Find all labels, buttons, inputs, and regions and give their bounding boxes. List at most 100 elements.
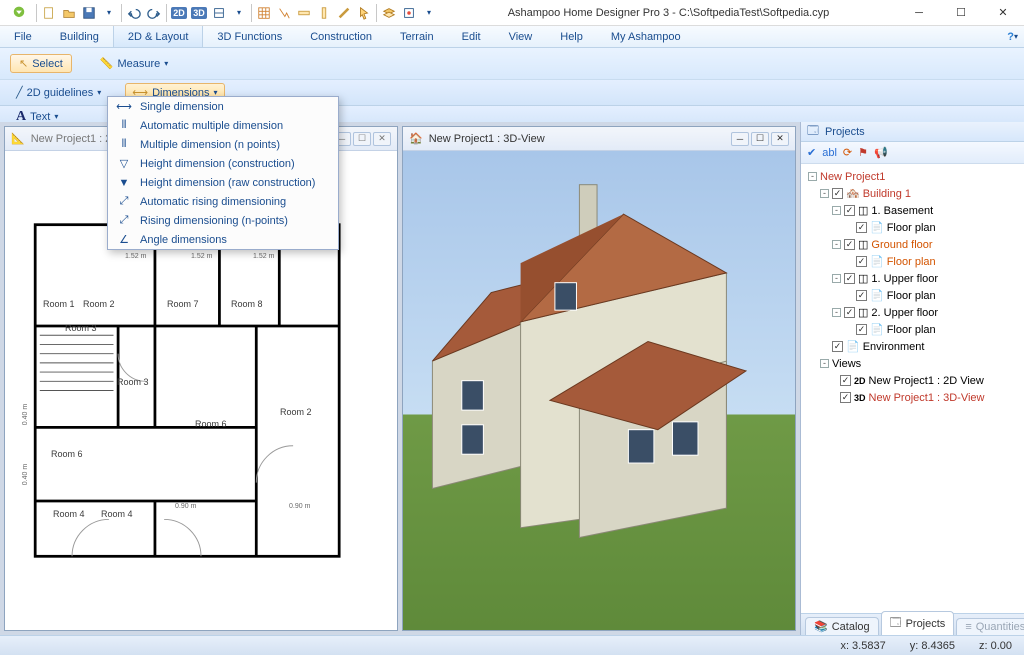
filter-icon[interactable] <box>399 2 419 24</box>
tab-quantities[interactable]: ≡Quantities <box>956 618 1024 635</box>
tree-toggle[interactable]: - <box>832 308 841 317</box>
checkbox[interactable]: ✓ <box>844 273 855 284</box>
tree-view-item[interactable]: New Project1 : 2D View <box>869 375 984 387</box>
cursor-snap-icon[interactable] <box>274 2 294 24</box>
tree-floor[interactable]: Ground floor <box>871 239 932 251</box>
tree-floor[interactable]: 1. Upper floor <box>871 273 938 285</box>
rename-icon[interactable]: abl <box>822 147 837 159</box>
tree-plan[interactable]: Floor plan <box>887 324 936 336</box>
tree-floor[interactable]: 2. Upper floor <box>871 307 938 319</box>
view-3d-canvas[interactable] <box>403 151 795 630</box>
dd-height-construction[interactable]: ▽Height dimension (construction) <box>108 154 338 173</box>
tree-toggle[interactable]: - <box>832 274 841 283</box>
tree-toggle[interactable]: - <box>820 189 829 198</box>
tree-floor[interactable]: 1. Basement <box>871 205 933 217</box>
checkbox[interactable]: ✓ <box>856 324 867 335</box>
tree-toggle[interactable]: - <box>808 172 817 181</box>
section-icon[interactable] <box>209 2 229 24</box>
dropdown3-icon[interactable]: ▾ <box>419 2 439 24</box>
guidelines-button[interactable]: ╱ 2D guidelines ▾ <box>10 84 107 101</box>
tree-plan[interactable]: Floor plan <box>887 222 936 234</box>
dropdown-icon[interactable]: ▾ <box>99 2 119 24</box>
tree-plan[interactable]: Floor plan <box>887 290 936 302</box>
ruler-v-icon[interactable] <box>314 2 334 24</box>
2d-badge-icon[interactable]: 2D <box>169 2 189 24</box>
maximize-button[interactable]: ☐ <box>940 0 982 26</box>
refresh-icon[interactable]: ⟳ <box>843 146 852 159</box>
checkbox[interactable]: ✓ <box>832 188 843 199</box>
announce-icon[interactable]: 📢 <box>874 146 888 159</box>
pointer-icon[interactable] <box>354 2 374 24</box>
menu-terrain[interactable]: Terrain <box>386 26 448 47</box>
measure-button[interactable]: 📏 Measure ▾ <box>92 55 177 72</box>
tree-building[interactable]: Building 1 <box>863 188 911 200</box>
dd-auto-multiple[interactable]: ⫴Automatic multiple dimension <box>108 116 338 135</box>
view-close[interactable]: ✕ <box>373 132 391 146</box>
view-maximize[interactable]: ☐ <box>353 132 371 146</box>
minimize-button[interactable]: ─ <box>898 0 940 26</box>
dd-multiple-npoints[interactable]: ⫴Multiple dimension (n points) <box>108 135 338 154</box>
view-minimize[interactable]: ─ <box>731 132 749 146</box>
tab-catalog[interactable]: 📚Catalog <box>805 617 879 635</box>
dd-height-raw[interactable]: ▼Height dimension (raw construction) <box>108 173 338 192</box>
tree-plan[interactable]: Floor plan <box>887 256 936 268</box>
dropdown2-icon[interactable]: ▾ <box>229 2 249 24</box>
projects-tree[interactable]: -New Project1 -✓🏘️Building 1 -✓◫1. Basem… <box>801 164 1024 613</box>
undo-icon[interactable] <box>124 2 144 24</box>
menu-view[interactable]: View <box>495 26 547 47</box>
status-z: z: 0.00 <box>979 640 1012 652</box>
checkbox[interactable]: ✓ <box>856 290 867 301</box>
flag-icon[interactable]: ⚑ <box>858 146 868 159</box>
menu-file[interactable]: File <box>0 26 46 47</box>
tree-view-item[interactable]: New Project1 : 3D-View <box>869 392 985 404</box>
menu-construction[interactable]: Construction <box>296 26 386 47</box>
ruler-diag-icon[interactable] <box>334 2 354 24</box>
menu-my-ashampoo[interactable]: My Ashampoo <box>597 26 695 47</box>
new-icon[interactable] <box>39 2 59 24</box>
save-icon[interactable] <box>79 2 99 24</box>
menu-2d-layout[interactable]: 2D & Layout <box>113 26 204 47</box>
checkbox[interactable]: ✓ <box>840 392 851 403</box>
dd-auto-rising[interactable]: ⤢Automatic rising dimensioning <box>108 192 338 211</box>
tree-root[interactable]: New Project1 <box>820 171 885 183</box>
tree-toggle[interactable]: - <box>832 206 841 215</box>
projects-toolbar: ✔ abl ⟳ ⚑ 📢 <box>801 142 1024 164</box>
ribbon-row-1: ↖ Select 📏 Measure ▾ <box>0 48 1024 80</box>
tree-toggle[interactable]: - <box>832 240 841 249</box>
check-icon[interactable]: ✔ <box>807 146 816 159</box>
checkbox[interactable]: ✓ <box>844 239 855 250</box>
checkbox[interactable]: ✓ <box>856 256 867 267</box>
checkbox[interactable]: ✓ <box>832 341 843 352</box>
tree-environment[interactable]: Environment <box>863 341 925 353</box>
view-3d-title[interactable]: 🏠 New Project1 : 3D-View ─ ☐ ✕ <box>403 127 795 151</box>
text-label: Text <box>30 111 50 123</box>
tree-toggle[interactable]: - <box>820 359 829 368</box>
tab-projects[interactable]: 🗔Projects <box>881 611 955 635</box>
dd-rising-npoints[interactable]: ⤢Rising dimensioning (n-points) <box>108 211 338 230</box>
menu-help[interactable]: Help <box>546 26 597 47</box>
help-icon[interactable]: ? ▾ <box>1007 26 1024 47</box>
grid-icon[interactable] <box>254 2 274 24</box>
tree-views[interactable]: Views <box>832 358 861 370</box>
ruler-h-icon[interactable] <box>294 2 314 24</box>
dim-single-icon: ⟷ <box>116 100 132 114</box>
checkbox[interactable]: ✓ <box>856 222 867 233</box>
view-3d: 🏠 New Project1 : 3D-View ─ ☐ ✕ <box>402 126 796 631</box>
menu-building[interactable]: Building <box>46 26 113 47</box>
checkbox[interactable]: ✓ <box>840 375 851 386</box>
dd-single-dimension[interactable]: ⟷Single dimension <box>108 97 338 116</box>
select-button[interactable]: ↖ Select <box>10 54 72 73</box>
checkbox[interactable]: ✓ <box>844 307 855 318</box>
3d-badge-icon[interactable]: 3D <box>189 2 209 24</box>
dd-angle[interactable]: ∠Angle dimensions <box>108 230 338 249</box>
layers-icon[interactable] <box>379 2 399 24</box>
menu-edit[interactable]: Edit <box>448 26 495 47</box>
close-button[interactable]: ✕ <box>982 0 1024 26</box>
view-maximize[interactable]: ☐ <box>751 132 769 146</box>
open-icon[interactable] <box>59 2 79 24</box>
menu-3d-functions[interactable]: 3D Functions <box>203 26 296 47</box>
redo-icon[interactable] <box>144 2 164 24</box>
plan-icon: 📄 <box>870 221 884 234</box>
view-close[interactable]: ✕ <box>771 132 789 146</box>
checkbox[interactable]: ✓ <box>844 205 855 216</box>
